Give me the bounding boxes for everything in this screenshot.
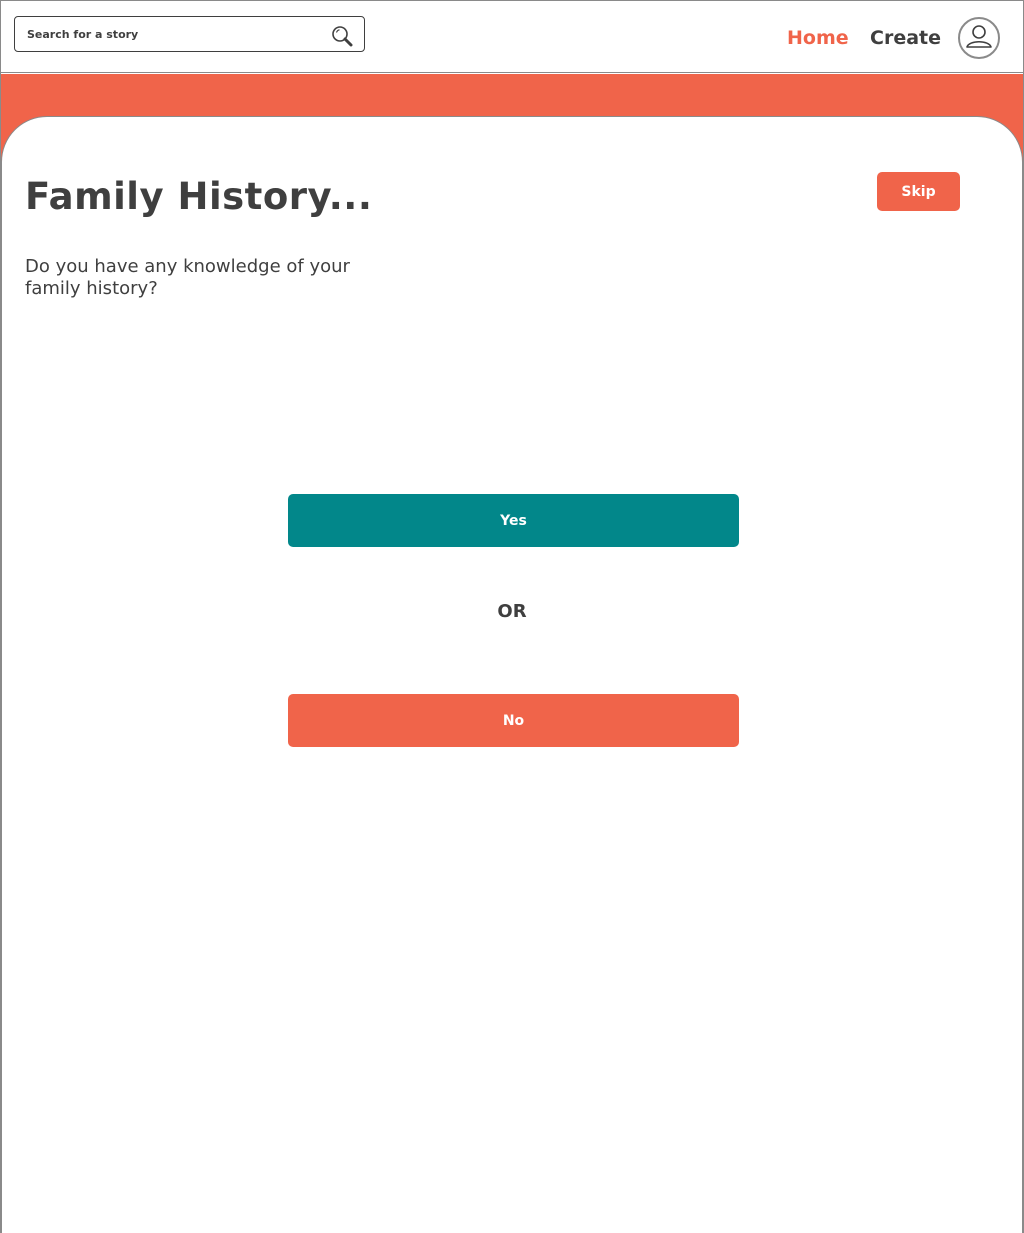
user-avatar-icon[interactable]: [958, 17, 1000, 59]
search-bar[interactable]: [14, 16, 365, 52]
search-icon[interactable]: [331, 25, 353, 47]
question-text: Do you have any knowledge of your family…: [25, 256, 350, 299]
nav-home-link[interactable]: Home: [787, 27, 849, 49]
skip-button[interactable]: Skip: [877, 172, 960, 211]
no-button[interactable]: No: [288, 694, 739, 747]
app-frame: Home Create Family History... Do you hav…: [0, 0, 1024, 1233]
top-header: Home Create: [1, 1, 1023, 73]
or-divider-label: OR: [497, 601, 527, 622]
search-input[interactable]: [27, 17, 327, 51]
page-title: Family History...: [25, 175, 373, 218]
nav-create-link[interactable]: Create: [870, 27, 941, 49]
yes-button[interactable]: Yes: [288, 494, 739, 547]
